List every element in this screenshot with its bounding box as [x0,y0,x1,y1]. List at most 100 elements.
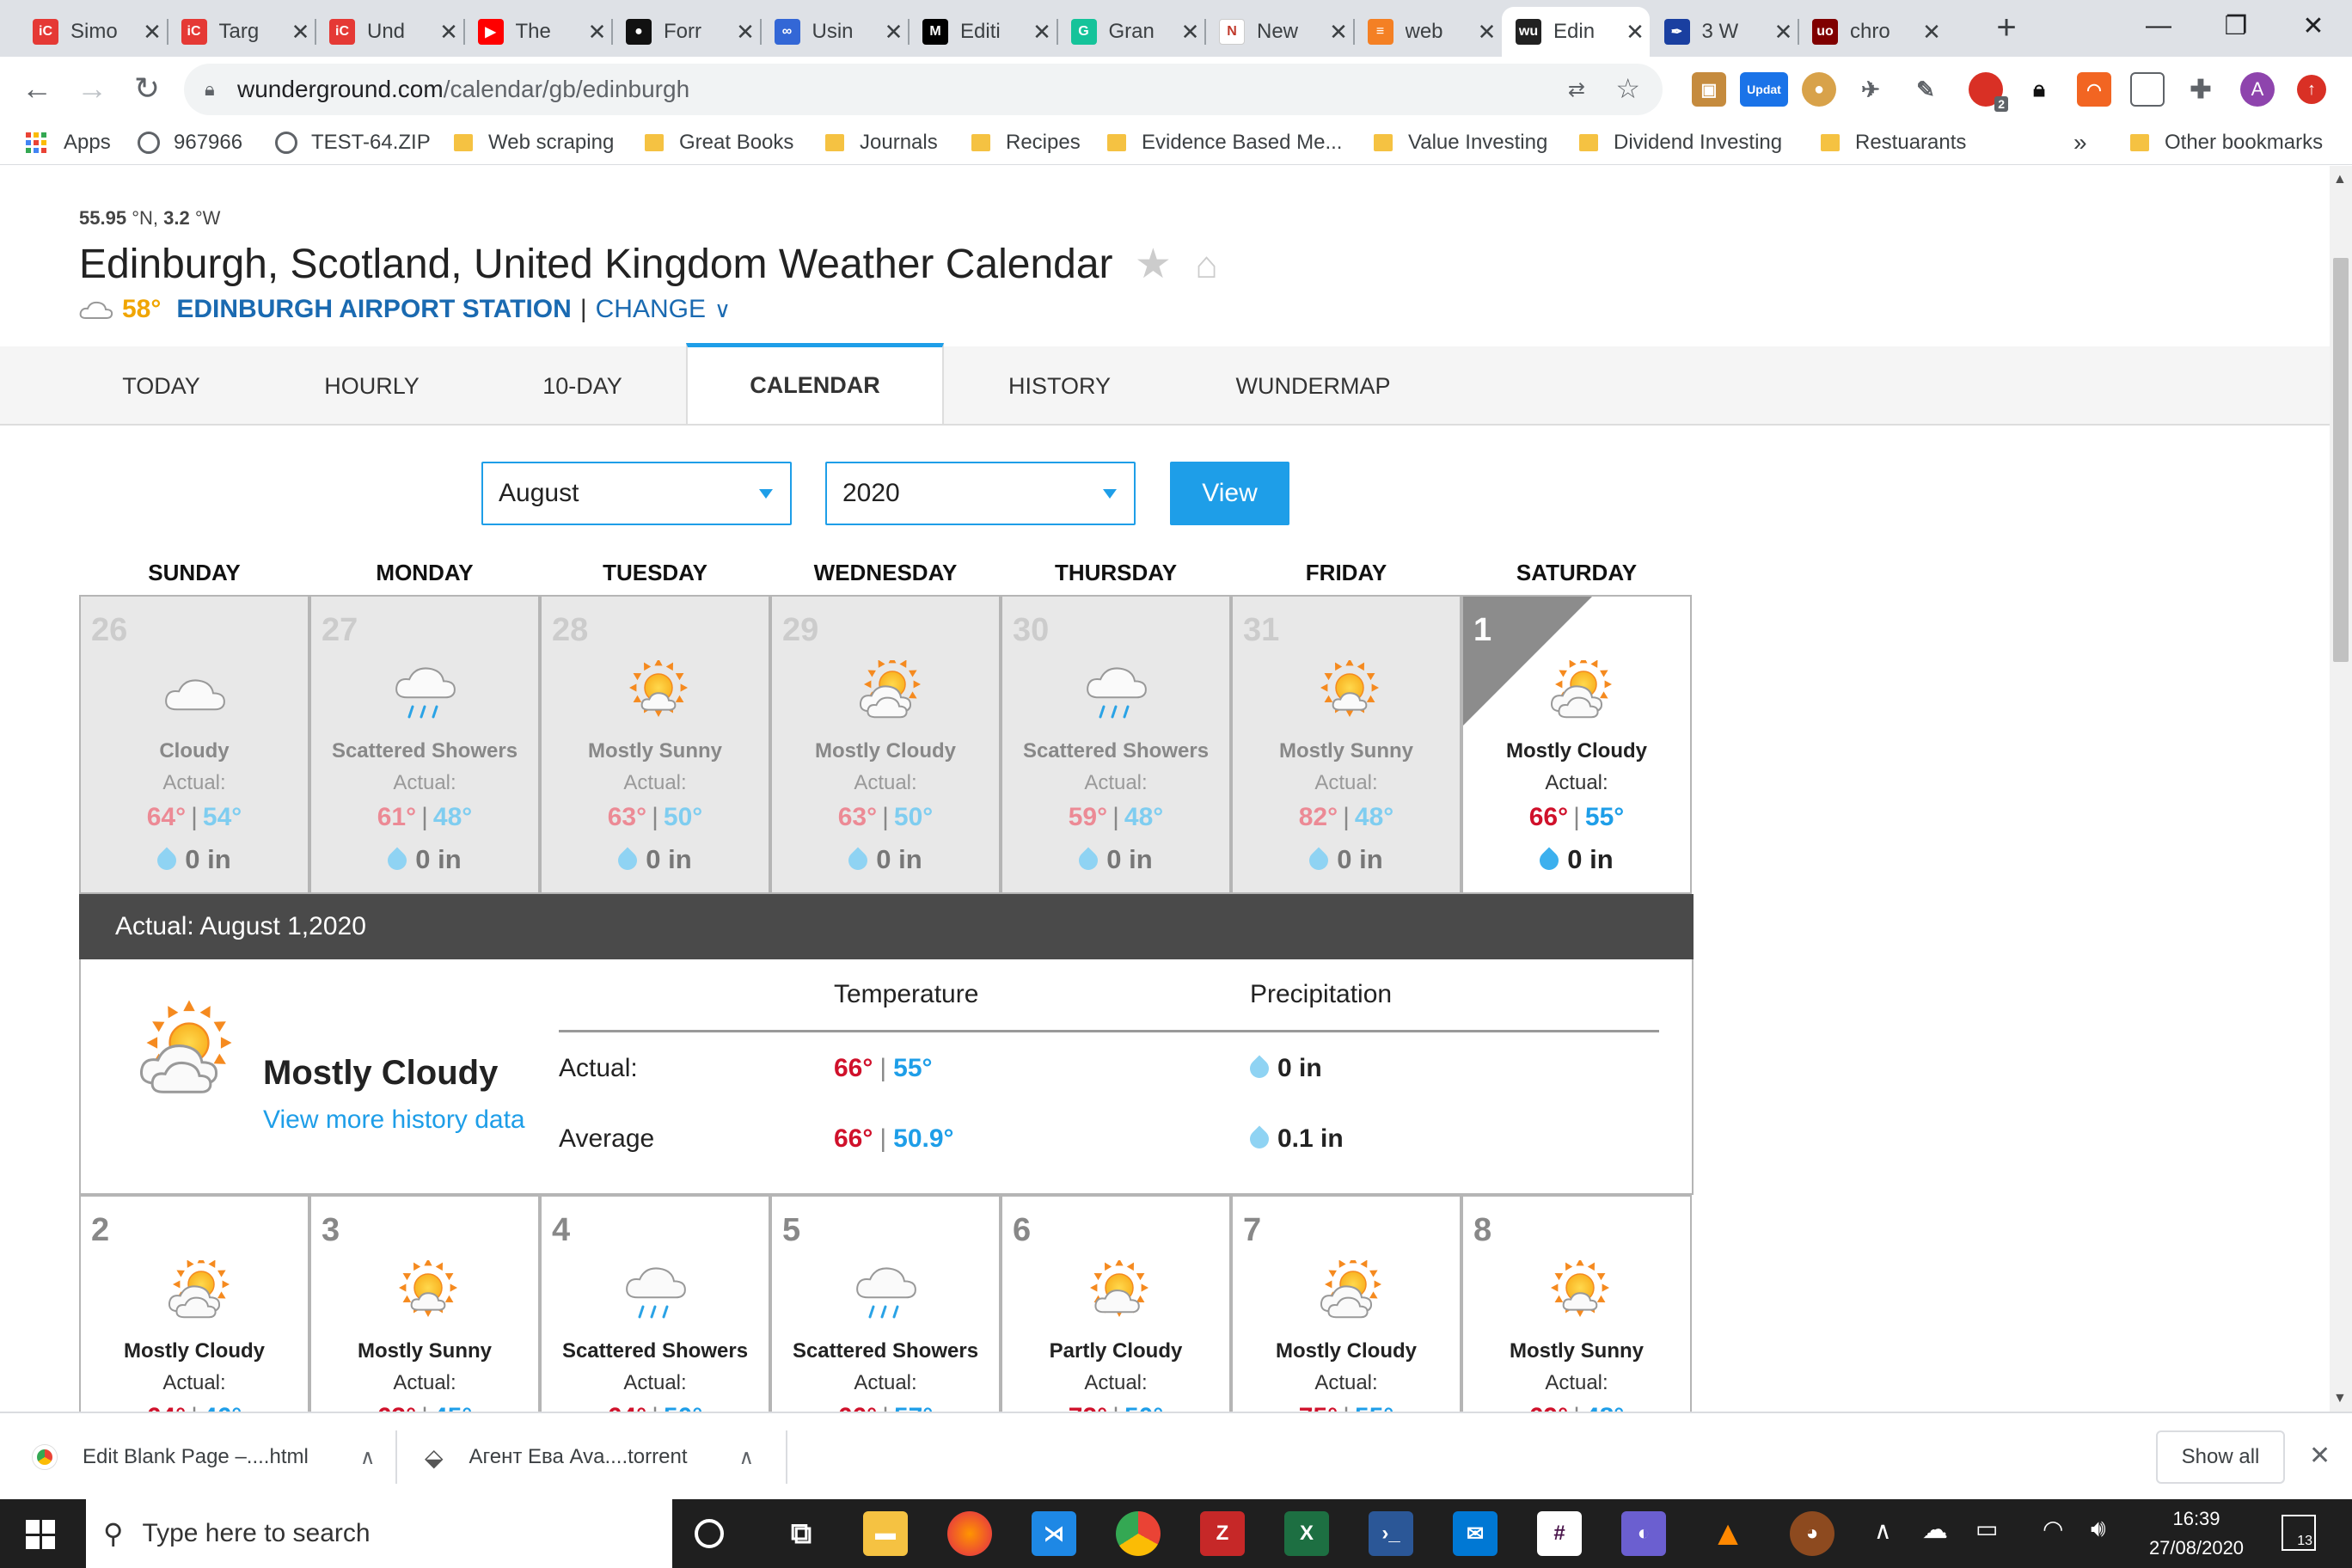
calendar-day-cell[interactable]: 5Scattered ShowersActual:66°|57° [770,1195,1001,1412]
tab-close-icon[interactable]: ✕ [1324,19,1353,46]
scroll-up-icon[interactable]: ▲ [2333,172,2347,187]
chevron-up-icon[interactable]: ∧ [360,1445,376,1470]
bookmark-item[interactable]: Journals [825,127,938,158]
rss-icon[interactable]: ◠ [2077,72,2111,107]
battery-icon[interactable]: ▭ [1975,1515,1998,1543]
calendar-day-cell[interactable]: 1 Mostly Cloudy Actual: 66° | 55° 0 in [1461,595,1692,894]
edit-note-icon[interactable]: ✎ [1908,72,1943,107]
cookie-icon[interactable]: ● [1802,72,1836,107]
browser-tab[interactable]: ≡ web ✕ [1354,7,1502,57]
vscode-icon[interactable]: ⋊ [1032,1511,1076,1556]
calendar-day-cell[interactable]: 2Mostly CloudyActual:64°|46° [79,1195,309,1412]
tab-close-icon[interactable]: ✕ [1027,19,1057,46]
volume-icon[interactable]: 🔊︎ [2091,1515,2106,1543]
update-alert-icon[interactable]: ↑ [2297,75,2326,104]
tab-close-icon[interactable]: ✕ [731,19,760,46]
wifi-icon[interactable]: ◠ [2043,1515,2063,1543]
browser-tab[interactable]: N New ✕ [1205,7,1353,57]
cortana-icon[interactable] [695,1519,724,1548]
bookmark-item[interactable]: Restuarants [1821,127,1966,158]
tab-close-icon[interactable]: ✕ [583,19,612,46]
extension-update-icon[interactable]: Updat [1740,72,1788,107]
other-bookmarks-folder[interactable]: Other bookmarks [2130,127,2323,158]
document-icon[interactable] [2130,72,2165,107]
browser-tab[interactable]: ∞ Usin ✕ [761,7,909,57]
bookmark-item[interactable]: Great Books [645,127,793,158]
calendar-day-cell[interactable]: 30 Scattered Showers Actual: 59° | 48° 0 in [1001,595,1231,894]
translate-icon[interactable]: ⇄ [1568,77,1585,102]
calendar-day-cell[interactable]: 4Scattered ShowersActual:64°|50° [540,1195,770,1412]
back-icon[interactable]: ← [17,69,57,108]
satellite-icon[interactable]: ✈ [1853,72,1888,107]
extensions-puzzle-icon[interactable]: ✚ [2184,72,2218,107]
tab-close-icon[interactable]: ✕ [879,19,909,46]
bookmark-item[interactable]: Web scraping [454,127,614,158]
app-icon[interactable]: ◕ [1790,1511,1834,1556]
bookmark-item[interactable]: Recipes [971,127,1081,158]
tab-close-icon[interactable]: ✕ [286,19,315,46]
change-station-link[interactable]: CHANGE [596,295,706,324]
calendar-day-cell[interactable]: 7Mostly CloudyActual:75°|55° [1231,1195,1461,1412]
mail-icon[interactable]: ✉ [1453,1511,1498,1556]
browser-tab[interactable]: uo chro ✕ [1798,7,1946,57]
browser-tab[interactable]: iC Targ ✕ [168,7,315,57]
nav-tab-history[interactable]: HISTORY [954,346,1165,426]
history-link[interactable]: View more history data [263,1106,525,1135]
nav-tab-calendar[interactable]: CALENDAR [686,343,944,424]
calendar-day-cell[interactable]: 28 Mostly Sunny Actual: 63° | 50° 0 in [540,595,770,894]
tab-close-icon[interactable]: ✕ [1473,19,1502,46]
close-window-button[interactable]: ✕ [2275,0,2352,52]
show-all-button[interactable]: Show all [2156,1430,2285,1484]
forward-icon[interactable]: → [72,69,112,108]
notification-center-icon[interactable]: 13 [2282,1515,2316,1551]
download-item-torrent[interactable]: ⬙ Агент Ева Ava....torrent ∧ [425,1434,754,1480]
nav-tab-today[interactable]: TODAY [77,346,245,426]
excel-icon[interactable]: X [1284,1511,1329,1556]
nav-tab-wundermap[interactable]: WUNDERMAP [1186,346,1440,426]
home-icon[interactable]: ⌂ [1195,244,1218,286]
calendar-day-cell[interactable]: 6Partly CloudyActual:72°|50° [1001,1195,1231,1412]
chevron-down-icon[interactable]: ∨ [714,297,731,323]
calendar-day-cell[interactable]: 29 Mostly Cloudy Actual: 63° | 50° 0 in [770,595,1001,894]
browser-tab[interactable]: G Gran ✕ [1057,7,1205,57]
browser-tab[interactable]: ● Forr ✕ [612,7,760,57]
chevron-up-icon[interactable]: ∧ [739,1445,755,1470]
tray-chevron-icon[interactable]: ∧ [1874,1516,1892,1545]
scroll-down-icon[interactable]: ▼ [2333,1391,2347,1406]
reload-icon[interactable]: ↻ [127,69,167,108]
station-link[interactable]: EDINBURGH AIRPORT STATION [176,295,571,324]
task-view-icon[interactable]: ⧉ [779,1511,824,1556]
bookmarks-overflow-button[interactable]: » [2073,127,2087,158]
zotero-icon[interactable]: Z [1200,1511,1245,1556]
discord-icon[interactable]: ◐ [1621,1511,1666,1556]
nav-tab-10-day[interactable]: 10-DAY [490,346,675,426]
profile-avatar[interactable]: A [2240,72,2275,107]
calendar-day-cell[interactable]: 3Mostly SunnyActual:63°|45° [309,1195,540,1412]
bookmark-item[interactable]: Value Investing [1374,127,1547,158]
view-button[interactable]: View [1170,462,1289,525]
bookmark-star-icon[interactable]: ☆ [1615,72,1640,105]
lock-extension-icon[interactable]: 🔒︎ [2022,72,2056,107]
restore-button[interactable]: ❐ [2197,0,2275,52]
bookmark-item[interactable]: Evidence Based Me... [1107,127,1342,158]
tab-close-icon[interactable]: ✕ [1769,19,1798,46]
month-select[interactable]: August [481,462,792,525]
extension-box-icon[interactable]: ▣ [1692,72,1726,107]
browser-tab[interactable]: wu Edin ✕ [1502,7,1650,57]
browser-tab[interactable]: ✒ 3 W ✕ [1651,7,1798,57]
extension-badge-icon[interactable]: 2 [1969,72,2008,112]
tab-close-icon[interactable]: ✕ [434,19,463,46]
tab-close-icon[interactable]: ✕ [1917,19,1946,46]
bookmark-item[interactable]: Apps [26,127,111,158]
close-download-bar-icon[interactable]: ✕ [2309,1441,2331,1471]
scrollbar-thumb[interactable] [2333,258,2349,662]
file-explorer-icon[interactable]: ▬ [863,1511,908,1556]
favorite-star-icon[interactable]: ★ [1135,242,1172,287]
browser-tab[interactable]: ▶ The ✕ [464,7,612,57]
bookmark-item[interactable]: 967966 [138,127,242,158]
address-bar[interactable]: 🔒︎ wunderground.com/calendar/gb/edinburg… [184,64,1663,115]
browser-tab[interactable]: iC Und ✕ [315,7,463,57]
nav-tab-hourly[interactable]: HOURLY [284,346,460,426]
taskbar-clock[interactable]: 16:39 27/08/2020 [2141,1504,2252,1563]
vlc-icon[interactable]: ▲ [1706,1511,1750,1556]
